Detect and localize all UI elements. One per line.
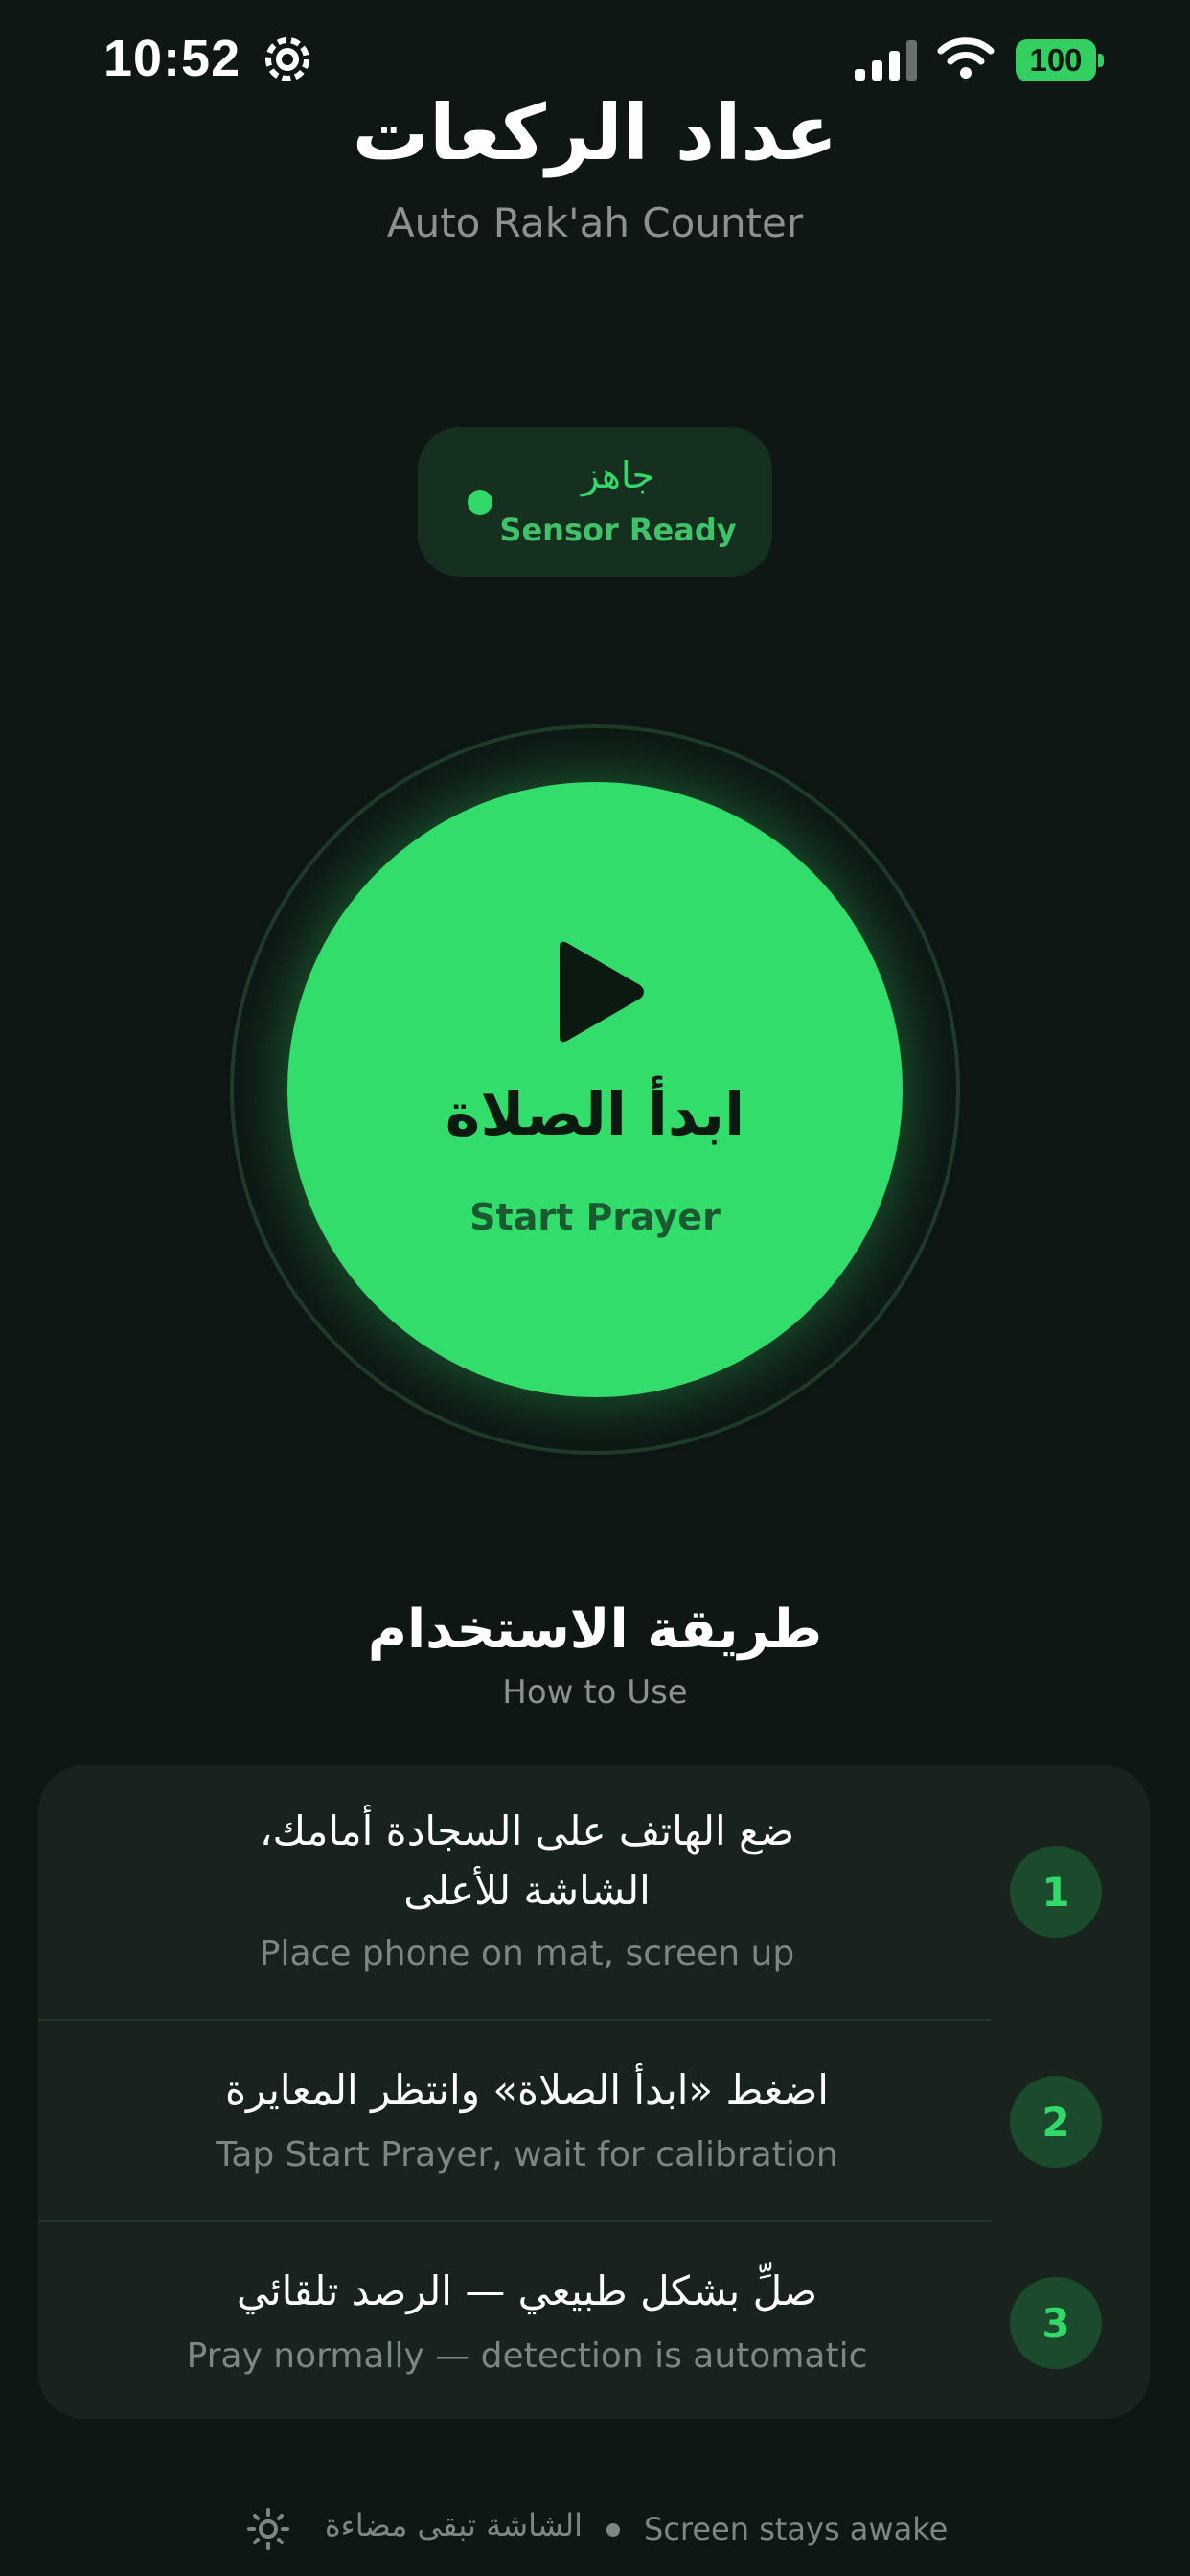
how-to-use-title-en: How to Use	[502, 1673, 688, 1712]
sensor-status-label-en: Sensor Ready	[499, 512, 737, 548]
play-icon[interactable]	[546, 939, 652, 1045]
step-2-text-ar: اضغط «ابدأ الصلاة» وانتظر المعايرة	[225, 2066, 829, 2113]
step-1-text-ar-line2: الشاشة للأعلى	[403, 1867, 651, 1914]
step-divider	[38, 2220, 991, 2222]
step-2-number-badge: 2	[1010, 2076, 1102, 2168]
start-prayer-label-en[interactable]: Start Prayer	[0, 1196, 1190, 1238]
start-prayer-label-ar[interactable]: ابدأ الصلاة	[0, 1079, 1190, 1149]
step-divider	[38, 2019, 991, 2021]
step-3-number-badge: 3	[1010, 2277, 1102, 2369]
footer-text-ar: الشاشة تبقى مضاءة	[324, 2507, 583, 2543]
battery-nub	[1098, 54, 1104, 67]
how-to-use-title-ar: طريقة الاستخدام	[367, 1598, 823, 1661]
step-2-text-en: Tap Start Prayer, wait for calibration	[216, 2135, 838, 2174]
status-dot-icon	[468, 490, 492, 515]
status-time: 10:52	[103, 30, 241, 87]
page-title: عداد الركعات	[352, 88, 838, 177]
step-1-text-en: Place phone on mat, screen up	[259, 1934, 795, 1973]
step-1-text-ar-line1: ضع الهاتف على السجادة أمامك،	[259, 1807, 795, 1854]
step-3-text-en: Pray normally — detection is automatic	[186, 2336, 868, 2376]
gear-icon	[265, 37, 309, 81]
footer-text-en: Screen stays awake	[644, 2511, 949, 2547]
sensor-status-label-ar: جاهز	[581, 454, 655, 496]
step-3-text-ar: صلِّ بشكل طبيعي — الرصد تلقائي	[236, 2267, 818, 2314]
footer-separator	[606, 2523, 620, 2537]
sun-icon	[247, 2508, 289, 2550]
signal-icon	[855, 40, 917, 80]
wifi-icon	[937, 37, 995, 79]
step-1-number-badge: 1	[1010, 1846, 1102, 1938]
battery-icon: 100	[1016, 39, 1096, 81]
page-subtitle: Auto Rak'ah Counter	[386, 199, 804, 246]
